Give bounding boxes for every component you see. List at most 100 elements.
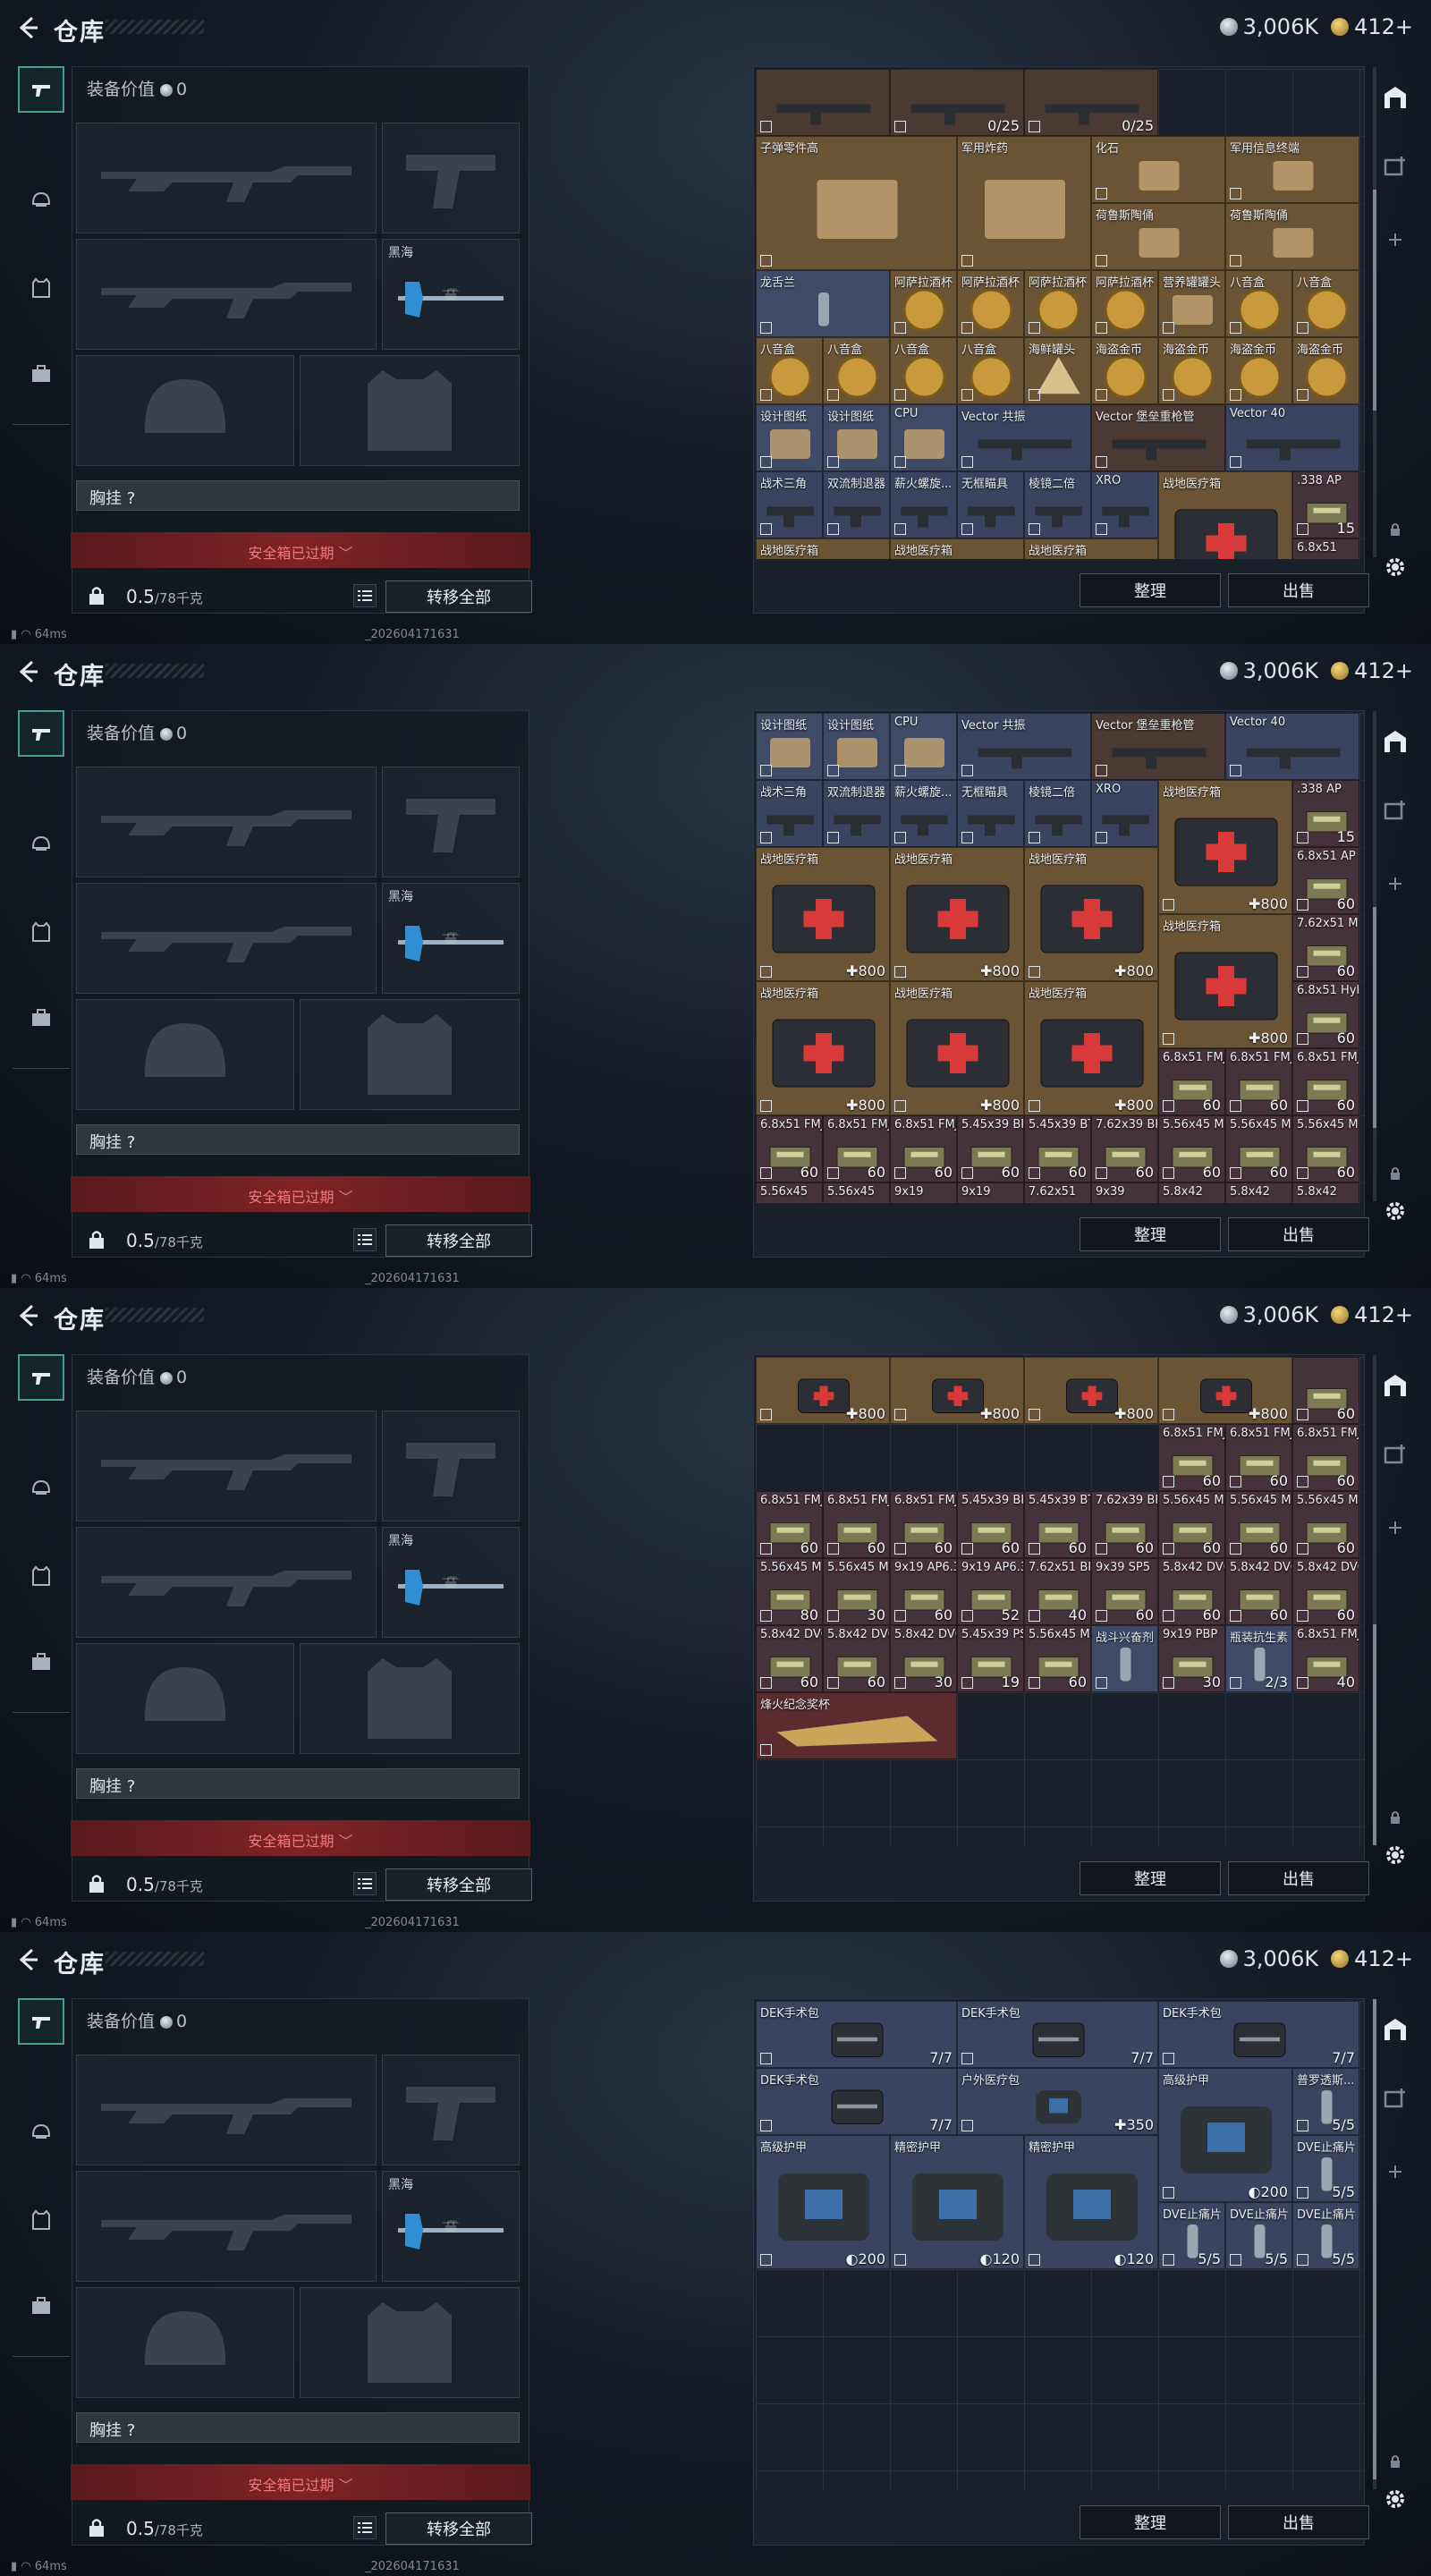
storage-grid[interactable]: ✚800 ✚800 ✚800 ✚800 60 6.8x51 FMJ 60 6.8x51 FMJ…	[756, 1357, 1364, 1847]
storage-item[interactable]: 户外医疗包 ✚350	[957, 2068, 1158, 2135]
sort-button[interactable]: 整理	[1080, 1217, 1221, 1251]
storage-item[interactable]: 化石	[1091, 136, 1225, 203]
storage-item[interactable]: 7.62x39 BP 60	[1091, 1115, 1158, 1182]
storage-item[interactable]: 无框瞄具	[957, 471, 1024, 538]
storage-item[interactable]: 6.8x51 FMJ 60	[890, 1491, 957, 1558]
warehouse-tab[interactable]	[1379, 1368, 1411, 1401]
storage-item[interactable]: 6.8x51 FMJ 40	[1292, 1625, 1359, 1692]
tab-vest[interactable]	[18, 909, 64, 955]
storage-item[interactable]: 战斗兴奋剂	[1091, 1625, 1158, 1692]
pistol-slot[interactable]	[382, 2055, 520, 2165]
storage-item[interactable]: 高级护甲 ◐200	[1158, 2068, 1292, 2202]
lock-button[interactable]	[1379, 2445, 1411, 2478]
pistol-slot[interactable]	[382, 123, 520, 233]
storage-item[interactable]: 5.45x39 BT 60	[1024, 1115, 1091, 1182]
storage-item[interactable]: 瓶装抗生素 2/3	[1225, 1625, 1292, 1692]
tab-backpack[interactable]	[18, 351, 64, 397]
pistol-slot[interactable]	[382, 767, 520, 877]
storage-item[interactable]: 5.8x42 DVC12 60	[1225, 1558, 1292, 1625]
storage-item[interactable]: 6.8x51 FMJ 60	[823, 1115, 890, 1182]
sell-button[interactable]: 出售	[1228, 1217, 1369, 1251]
chest-rig-slot[interactable]: 胸挂 ?	[76, 1768, 520, 1799]
storage-item[interactable]: CPU	[890, 713, 957, 780]
storage-item[interactable]: 5.8x42	[1292, 1182, 1359, 1203]
storage-item[interactable]: 棱镜二倍	[1024, 780, 1091, 847]
chest-rig-slot[interactable]: 胸挂 ?	[76, 1124, 520, 1155]
tab-backpack[interactable]	[18, 2283, 64, 2329]
storage-item[interactable]: 战地医疗箱	[756, 538, 890, 559]
chest-rig-slot[interactable]: 胸挂 ?	[76, 480, 520, 511]
sell-button[interactable]: 出售	[1228, 573, 1369, 607]
storage-item[interactable]: 战术三角	[756, 471, 823, 538]
storage-item[interactable]: DVE止痛片 5/5	[1292, 2202, 1359, 2269]
melee-slot[interactable]: 黑海	[382, 2171, 520, 2282]
safebox-expired-banner[interactable]: 安全箱已过期 ﹀	[71, 532, 530, 568]
storage-item[interactable]: 战地医疗箱 ✚800	[890, 847, 1024, 981]
storage-item[interactable]: 高级护甲 ◐200	[756, 2135, 890, 2269]
storage-item[interactable]: 战地医疗箱 ✚800	[1024, 981, 1158, 1115]
warehouse-tab[interactable]	[1379, 80, 1411, 113]
storage-item[interactable]: 5.8x42 DVC12 60	[1158, 1558, 1225, 1625]
storage-item[interactable]: 6.8x51 FMJ 60	[1225, 1424, 1292, 1491]
sell-button[interactable]: 出售	[1228, 1861, 1369, 1895]
storage-item[interactable]: 5.45x39 PS 19	[957, 1625, 1024, 1692]
storage-item[interactable]: 无框瞄具	[957, 780, 1024, 847]
storage-item[interactable]: 荷鲁斯陶俑	[1091, 203, 1225, 270]
storage-item[interactable]: DEK手术包 7/7	[957, 2001, 1158, 2068]
secondary-weapon-slot[interactable]	[76, 883, 377, 994]
storage-item[interactable]: 八音盒	[890, 337, 957, 404]
storage-item[interactable]: 7.62x51 BPZ 40	[1024, 1558, 1091, 1625]
storage-item[interactable]: 5.8x42	[1158, 1182, 1225, 1203]
storage-item[interactable]: 双流制退器	[823, 780, 890, 847]
storage-item[interactable]: DVE止痛片 5/5	[1225, 2202, 1292, 2269]
secondary-weapon-slot[interactable]	[76, 2171, 377, 2282]
storage-item[interactable]: 海盗金币	[1158, 337, 1225, 404]
storage-item[interactable]: 阿萨拉酒杯	[1024, 270, 1091, 337]
storage-item[interactable]: 海盗金币	[1225, 337, 1292, 404]
primary-weapon-slot[interactable]	[76, 1411, 377, 1521]
storage-item[interactable]: 设计图纸	[823, 713, 890, 780]
storage-item[interactable]: 龙舌兰	[756, 270, 890, 337]
tab-helmet[interactable]	[18, 177, 64, 224]
tab-helmet[interactable]	[18, 2109, 64, 2156]
primary-weapon-slot[interactable]	[76, 2055, 377, 2165]
storage-item[interactable]: CPU	[890, 404, 957, 471]
storage-item[interactable]: 9x39 SP5 60	[1091, 1558, 1158, 1625]
storage-item[interactable]: Vector 堡垒重枪管	[1091, 404, 1225, 471]
lock-button[interactable]	[1379, 1157, 1411, 1190]
extra-storage-tab[interactable]	[1379, 794, 1411, 826]
currency-display[interactable]: 3,006K 412+	[1219, 14, 1413, 39]
storage-item[interactable]: 7.62x51 M80 60	[1292, 914, 1359, 981]
storage-item[interactable]: 设计图纸	[823, 404, 890, 471]
storage-item[interactable]	[756, 69, 890, 136]
move-all-button[interactable]: 转移全部	[385, 2512, 532, 2545]
chest-rig-slot[interactable]: 胸挂 ?	[76, 2412, 520, 2443]
storage-item[interactable]: ✚800	[1158, 1357, 1292, 1424]
pistol-slot[interactable]	[382, 1411, 520, 1521]
primary-weapon-slot[interactable]	[76, 767, 377, 877]
storage-item[interactable]: 0/25	[1024, 69, 1158, 136]
storage-item[interactable]: 战地医疗箱	[890, 538, 1024, 559]
tab-helmet[interactable]	[18, 821, 64, 868]
extra-storage-tab[interactable]	[1379, 1438, 1411, 1470]
storage-item[interactable]: 7.62x51	[1024, 1182, 1091, 1203]
settings-button[interactable]	[1379, 1195, 1411, 1227]
storage-item[interactable]: Vector 40	[1225, 404, 1359, 471]
storage-item[interactable]: 战地医疗箱 ✚800	[756, 847, 890, 981]
storage-item[interactable]: 精密护甲 ◐120	[890, 2135, 1024, 2269]
storage-item[interactable]: 9x19	[890, 1182, 957, 1203]
settings-button[interactable]	[1379, 1839, 1411, 1871]
tab-weapons[interactable]	[18, 66, 64, 113]
storage-item[interactable]: 战地医疗箱 ✚800	[1024, 847, 1158, 981]
list-icon[interactable]	[353, 1872, 377, 1895]
armor-slot[interactable]	[300, 2287, 520, 2398]
storage-grid[interactable]: 0/25 0/25 子弹零件高 军用炸药 化石 军用信息终端 荷鲁斯陶俑 荷鲁斯陶俑 龙舌兰 阿萨…	[756, 69, 1364, 559]
armor-slot[interactable]	[300, 355, 520, 466]
tab-vest[interactable]	[18, 1553, 64, 1599]
storage-item[interactable]: 阿萨拉酒杯	[890, 270, 957, 337]
storage-item[interactable]: .338 AP 15	[1292, 471, 1359, 538]
extra-storage-tab[interactable]	[1379, 150, 1411, 182]
helmet-slot[interactable]	[76, 1643, 294, 1754]
helmet-slot[interactable]	[76, 999, 294, 1110]
move-all-button[interactable]: 转移全部	[385, 1224, 532, 1257]
